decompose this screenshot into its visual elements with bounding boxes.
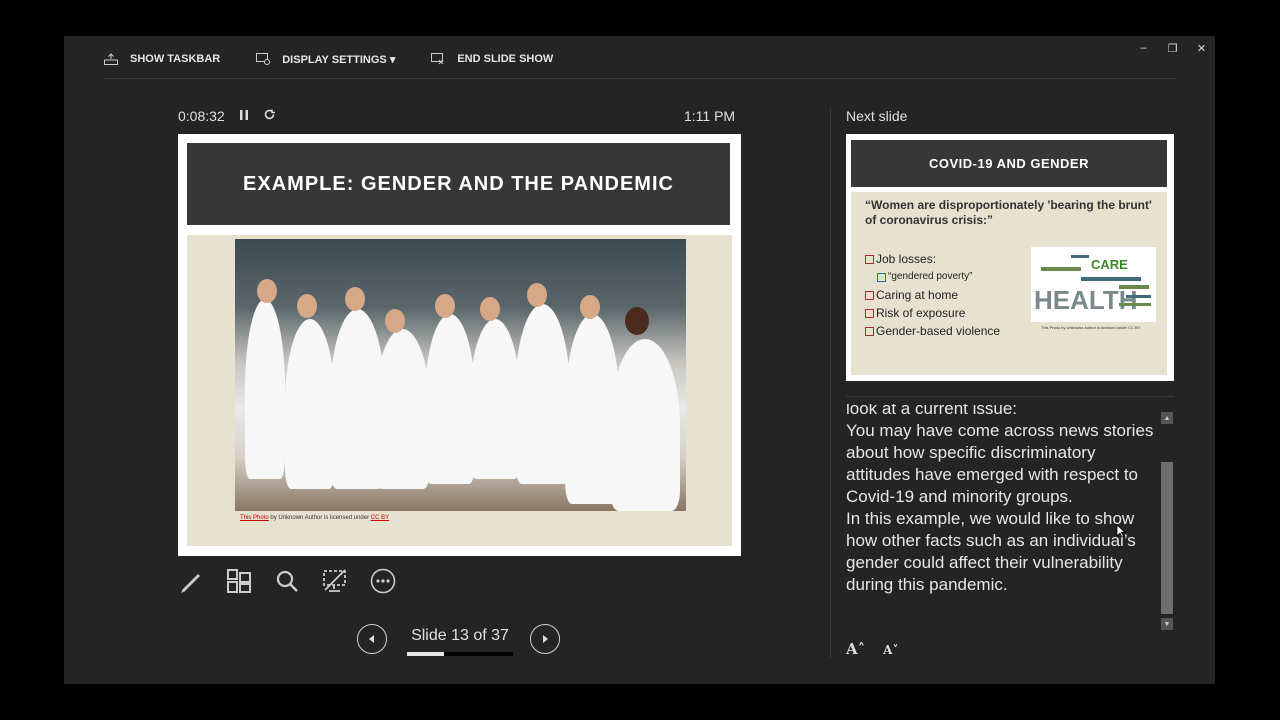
pen-icon [181, 574, 200, 593]
checkbox-bullet-icon [877, 272, 886, 282]
health-word-cloud: CARE HEALTH [1031, 247, 1156, 322]
notes-scrollbar[interactable]: ▲ ▼ [1161, 412, 1173, 630]
slide-body: This Photo by Unknown Author is licensed… [187, 235, 732, 546]
notes-line: In this example, we would like to show h… [846, 509, 1136, 594]
timer: 0:08:32 [178, 108, 276, 124]
arrow-left-icon [369, 635, 374, 643]
end-slide-show-label: END SLIDE SHOW [457, 53, 554, 65]
slide-counter[interactable]: Slide 13 of 37 [407, 627, 513, 645]
mouse-cursor-icon [1116, 524, 1127, 543]
list-item: Gender-based violence [865, 322, 1000, 340]
photo-credit: This Photo by Unknown Author is licensed… [240, 515, 389, 521]
show-taskbar-label: SHOW TASKBAR [130, 53, 221, 65]
next-slide-list: Job losses: “gendered poverty” Caring at… [865, 250, 1000, 340]
current-slide[interactable]: EXAMPLE: GENDER AND THE PANDEMIC This Ph… [178, 134, 741, 556]
restart-timer-icon[interactable] [263, 108, 276, 124]
wordcloud-care: CARE [1091, 257, 1128, 272]
nurses-group-photo [235, 239, 686, 511]
next-slide-button[interactable] [530, 624, 560, 654]
next-slide-title: COVID-19 AND GENDER [851, 140, 1167, 187]
pen-tool-button[interactable] [178, 568, 204, 594]
slide-tools [178, 568, 396, 594]
end-slide-show-button[interactable]: END SLIDE SHOW [431, 53, 553, 65]
taskbar-icon [104, 53, 118, 65]
wordcloud-credit: This Photo by Unknown Author is licensed… [1041, 325, 1141, 330]
elapsed-time: 0:08:32 [178, 108, 225, 124]
next-slide-quote: “Women are disproportionately 'bearing t… [865, 198, 1152, 227]
restore-button[interactable]: ❐ [1167, 42, 1178, 55]
pause-timer-icon[interactable] [239, 109, 249, 124]
presenter-toolbar: SHOW TASKBAR DISPLAY SETTINGS ▾ END SLID… [104, 50, 589, 68]
notes-line: You may have come across news stories ab… [846, 421, 1154, 506]
next-slide-preview[interactable]: COVID-19 AND GENDER “Women are dispropor… [846, 134, 1174, 381]
presenter-view-window: SHOW TASKBAR DISPLAY SETTINGS ▾ END SLID… [64, 36, 1215, 684]
previous-slide-button[interactable] [357, 624, 387, 654]
black-screen-button[interactable] [322, 568, 348, 594]
end-show-icon [431, 53, 444, 65]
clock: 1:11 PM [684, 108, 736, 124]
wordcloud-health: HEALTH [1034, 285, 1138, 315]
minimize-button[interactable]: – [1138, 42, 1149, 55]
arrow-right-icon [543, 635, 548, 643]
display-settings-button[interactable]: DISPLAY SETTINGS ▾ [256, 53, 395, 66]
list-item: Caring at home [865, 286, 1000, 304]
list-item: Job losses: [865, 250, 1000, 268]
list-item: “gendered poverty” [877, 268, 1000, 286]
slide-navigation: Slide 13 of 37 [357, 624, 567, 660]
close-button[interactable]: ✕ [1196, 42, 1207, 55]
see-all-slides-button[interactable] [226, 568, 252, 594]
window-controls: – ❐ ✕ [1138, 42, 1207, 55]
more-icon [370, 568, 396, 594]
more-options-button[interactable] [370, 568, 396, 594]
checkbox-bullet-icon [865, 326, 874, 336]
notes-font-controls: A˄ A˅ [846, 640, 898, 658]
display-settings-icon [256, 53, 271, 65]
next-slide-body: “Women are disproportionately 'bearing t… [851, 192, 1167, 375]
checkbox-bullet-icon [865, 254, 874, 264]
display-settings-label: DISPLAY SETTINGS ▾ [282, 53, 396, 66]
checkbox-bullet-icon [865, 308, 874, 318]
scroll-up-icon[interactable]: ▲ [1161, 412, 1173, 424]
scroll-down-icon[interactable]: ▼ [1161, 618, 1173, 630]
grid-icon [227, 569, 251, 593]
license-link[interactable]: CC BY [371, 515, 389, 521]
next-slide-label: Next slide [846, 108, 908, 124]
notes-divider [846, 396, 1174, 397]
photo-credit-link[interactable]: This Photo [240, 515, 269, 521]
slide-progress-fill [407, 652, 445, 656]
screen-off-icon [323, 569, 346, 592]
magnifier-icon [276, 570, 298, 592]
scroll-thumb[interactable] [1161, 462, 1173, 614]
increase-font-button[interactable]: A˄ [846, 640, 865, 658]
toolbar-divider [104, 78, 1175, 79]
slide-progress-bar [407, 652, 513, 656]
zoom-button[interactable] [274, 568, 300, 594]
slide-title: EXAMPLE: GENDER AND THE PANDEMIC [187, 143, 730, 225]
speaker-notes[interactable]: look at a current issue: You may have co… [846, 404, 1156, 626]
pane-divider [830, 108, 831, 658]
photo-credit-text: by Unknown Author is licensed under [268, 515, 371, 521]
list-item: Risk of exposure [865, 304, 1000, 322]
checkbox-bullet-icon [865, 290, 874, 300]
notes-line: look at a current issue: [846, 404, 1018, 418]
decrease-font-button[interactable]: A˅ [883, 643, 898, 658]
show-taskbar-button[interactable]: SHOW TASKBAR [104, 53, 220, 65]
